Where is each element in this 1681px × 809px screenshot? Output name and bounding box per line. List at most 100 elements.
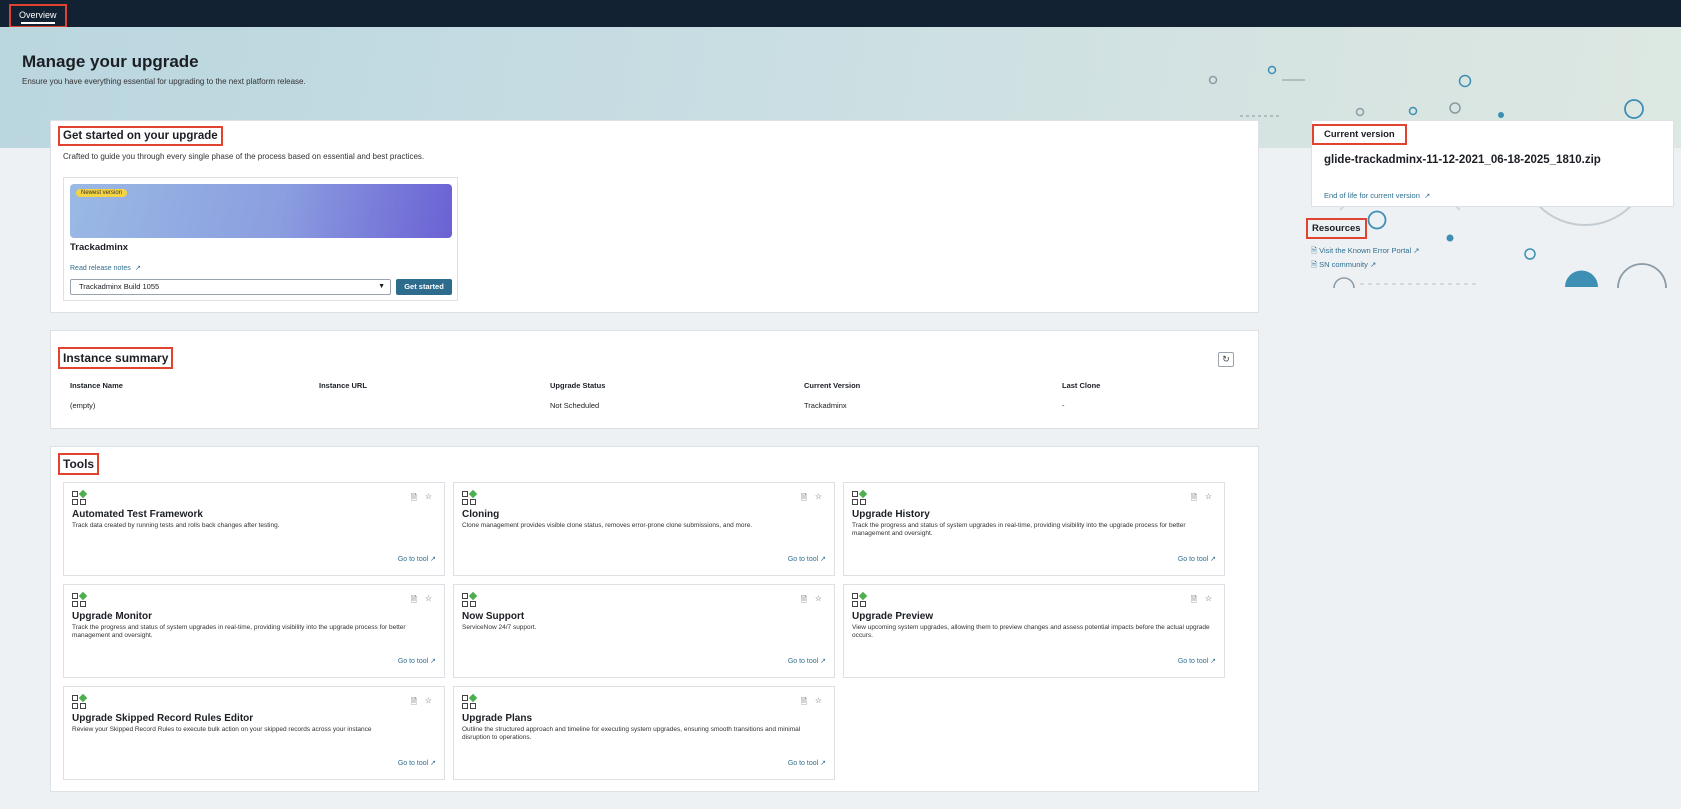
- tool-name: Upgrade History: [852, 509, 930, 520]
- star-icon[interactable]: ☆: [815, 492, 822, 501]
- tool-description: ServiceNow 24/7 support.: [462, 624, 537, 631]
- tool-card: 🗎 ☆ Upgrade Monitor Track the progress and …: [63, 584, 445, 678]
- tab-active-indicator: [21, 22, 55, 24]
- sn-community-link[interactable]: 🗎 SN community ↗: [1311, 259, 1376, 272]
- star-icon[interactable]: ☆: [425, 492, 432, 501]
- cell-instance-url: [319, 401, 550, 410]
- go-to-tool-link[interactable]: Go to tool ↗: [788, 548, 826, 566]
- end-of-life-link[interactable]: End of life for current version ↗: [1324, 185, 1430, 203]
- external-link-icon: ↗: [1208, 658, 1216, 665]
- cell-instance-name: (empty): [70, 401, 96, 410]
- cell-last-clone: -: [1062, 401, 1065, 410]
- external-link-icon: ↗: [818, 658, 826, 665]
- tool-grid-icon: [852, 591, 868, 608]
- col-current-version: Current Version: [804, 381, 861, 390]
- tool-docs-icon[interactable]: 🗎: [801, 594, 807, 608]
- upgrade-version-card: Newest version Trackadminx Read release …: [63, 177, 458, 301]
- tool-docs-icon[interactable]: 🗎: [411, 696, 417, 710]
- current-version-value: glide-trackadminx-11-12-2021_06-18-2025_…: [1324, 154, 1601, 166]
- known-error-portal-link[interactable]: 🗎 Visit the Known Error Portal ↗: [1311, 245, 1420, 258]
- tool-card: 🗎 ☆ Upgrade Plans Outline the structured ap…: [453, 686, 835, 780]
- instance-summary-panel: Instance summary ↻ Instance Name Instanc…: [50, 330, 1259, 429]
- tool-docs-icon[interactable]: 🗎: [1191, 492, 1197, 506]
- tool-card: 🗎 ☆ Now Support ServiceNow 24/7 support. Go …: [453, 584, 835, 678]
- table-header-row: Instance Name Instance URL Upgrade Statu…: [70, 381, 1250, 401]
- external-link-icon: ↗: [1208, 556, 1216, 563]
- go-to-tool-link[interactable]: Go to tool ↗: [1178, 548, 1216, 566]
- sn-community-label: SN community: [1319, 260, 1368, 269]
- tool-grid-icon: [72, 693, 88, 710]
- go-to-tool-label: Go to tool: [397, 556, 429, 563]
- tool-name: Upgrade Skipped Record Rules Editor: [72, 713, 254, 724]
- tools-panel: Tools 🗎 ☆ Automated Test Framework Track da…: [50, 446, 1259, 792]
- tool-description: View upcoming system upgrades, allowing …: [852, 624, 1210, 639]
- release-notes-link[interactable]: Read release notes ↗: [70, 257, 141, 275]
- version-banner: Newest version: [70, 184, 452, 238]
- go-to-tool-link[interactable]: Go to tool ↗: [1178, 650, 1216, 668]
- release-notes-label: Read release notes: [70, 265, 131, 272]
- go-to-tool-label: Go to tool: [397, 760, 429, 767]
- go-to-tool-link[interactable]: Go to tool ↗: [398, 752, 436, 770]
- build-select-value: Trackadminx Build 1055: [79, 282, 160, 291]
- star-icon[interactable]: ☆: [425, 594, 432, 603]
- external-link-icon: ↗: [818, 760, 826, 767]
- external-link-icon: ↗: [1413, 246, 1420, 255]
- star-icon[interactable]: ☆: [815, 594, 822, 603]
- go-to-tool-label: Go to tool: [1177, 556, 1209, 563]
- get-started-button[interactable]: Get started: [396, 279, 452, 295]
- external-link-icon: ↗: [1424, 193, 1431, 200]
- current-version-title: Current version: [1312, 124, 1407, 145]
- go-to-tool-label: Go to tool: [1177, 658, 1209, 665]
- document-icon: 🗎: [1311, 260, 1318, 269]
- page-title: Manage your upgrade: [22, 52, 199, 71]
- current-version-panel: Current version glide-trackadminx-11-12-…: [1311, 120, 1674, 207]
- external-link-icon: ↗: [818, 556, 826, 563]
- star-icon[interactable]: ☆: [425, 696, 432, 705]
- instance-summary-title: Instance summary: [58, 347, 174, 369]
- tool-docs-icon[interactable]: 🗎: [1191, 594, 1197, 608]
- tool-docs-icon[interactable]: 🗎: [801, 492, 807, 506]
- cell-current-version: Trackadminx: [804, 401, 847, 410]
- version-name: Trackadminx: [70, 242, 129, 253]
- tab-overview[interactable]: Overview: [9, 4, 67, 28]
- tool-name: Upgrade Preview: [852, 611, 934, 622]
- go-to-tool-label: Go to tool: [787, 556, 819, 563]
- tools-title: Tools: [58, 453, 100, 475]
- star-icon[interactable]: ☆: [815, 696, 822, 705]
- document-icon: 🗎: [1311, 246, 1318, 255]
- tool-grid-icon: [72, 591, 88, 608]
- col-instance-name: Instance Name: [70, 381, 123, 390]
- tool-card: 🗎 ☆ Upgrade History Track the progress and …: [843, 482, 1225, 576]
- table-row: (empty) Not Scheduled Trackadminx -: [70, 401, 1250, 410]
- tool-description: Review your Skipped Record Rules to exec…: [72, 726, 372, 733]
- tool-grid-icon: [462, 693, 478, 710]
- tool-description: Track the progress and status of system …: [72, 624, 406, 639]
- tool-docs-icon[interactable]: 🗎: [411, 594, 417, 608]
- go-to-tool-link[interactable]: Go to tool ↗: [788, 752, 826, 770]
- tool-name: Upgrade Plans: [462, 713, 533, 724]
- tool-card: 🗎 ☆ Upgrade Skipped Record Rules Editor Rev…: [63, 686, 445, 780]
- tool-card: 🗎 ☆ Automated Test Framework Track data cre…: [63, 482, 445, 576]
- end-of-life-label: End of life for current version: [1324, 191, 1420, 200]
- go-to-tool-label: Go to tool: [787, 760, 819, 767]
- star-icon[interactable]: ☆: [1205, 594, 1212, 603]
- tool-grid-icon: [852, 489, 868, 506]
- tool-name: Automated Test Framework: [72, 509, 203, 520]
- star-icon[interactable]: ☆: [1205, 492, 1212, 501]
- tool-name: Cloning: [462, 509, 500, 520]
- tool-grid-icon: [462, 591, 478, 608]
- go-to-tool-link[interactable]: Go to tool ↗: [398, 548, 436, 566]
- get-started-panel: Get started on your upgrade Crafted to g…: [50, 120, 1259, 313]
- go-to-tool-link[interactable]: Go to tool ↗: [398, 650, 436, 668]
- tool-docs-icon[interactable]: 🗎: [801, 696, 807, 710]
- tool-name: Now Support: [462, 611, 525, 622]
- refresh-button[interactable]: ↻: [1218, 352, 1234, 367]
- build-select[interactable]: Trackadminx Build 1055 ▼: [70, 279, 391, 295]
- get-started-subtitle: Crafted to guide you through every singl…: [63, 152, 425, 161]
- col-instance-url: Instance URL: [319, 381, 367, 390]
- tool-card: 🗎 ☆ Cloning Clone management provides visib…: [453, 482, 835, 576]
- known-error-portal-label: Visit the Known Error Portal: [1319, 246, 1412, 255]
- tool-docs-icon[interactable]: 🗎: [411, 492, 417, 506]
- tool-grid-icon: [72, 489, 88, 506]
- go-to-tool-link[interactable]: Go to tool ↗: [788, 650, 826, 668]
